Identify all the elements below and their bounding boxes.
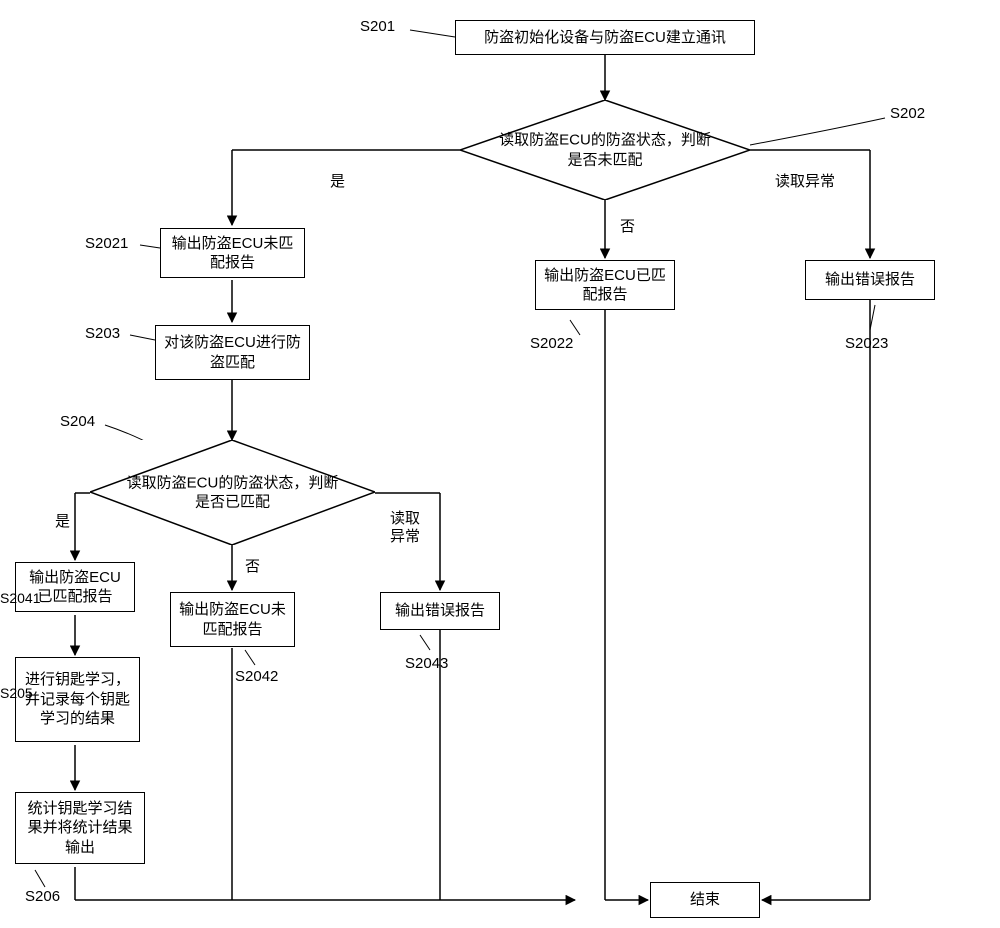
step-label-s2043: S2043 [405, 655, 448, 672]
step-s206: 统计钥匙学习结果并将统计结果输出 [15, 792, 145, 864]
step-label-s2042: S2042 [235, 668, 278, 685]
step-s2022: 输出防盗ECU已匹配报告 [535, 260, 675, 310]
edge-yes-2: 是 [55, 510, 70, 531]
step-label-s2021: S2021 [85, 235, 128, 252]
step-s2042: 输出防盗ECU未匹配报告 [170, 592, 295, 647]
step-label-s201: S201 [360, 18, 395, 35]
step-end: 结束 [650, 882, 760, 918]
decision-s202-text: 读取防盗ECU的防盗状态，判断是否未匹配 [496, 131, 714, 170]
step-s2043: 输出错误报告 [380, 592, 500, 630]
step-label-s202: S202 [890, 105, 925, 122]
step-s201: 防盗初始化设备与防盗ECU建立通讯 [455, 20, 755, 55]
step-s205: 进行钥匙学习，并记录每个钥匙学习的结果 [15, 657, 140, 742]
step-label-s2023: S2023 [845, 335, 888, 352]
step-label-s204: S204 [60, 413, 95, 430]
step-s2021: 输出防盗ECU未匹配报告 [160, 228, 305, 278]
step-label-s2022: S2022 [530, 335, 573, 352]
step-label-s2041: S2041 [0, 590, 40, 606]
edge-yes-1: 是 [330, 170, 345, 191]
decision-s202: 读取防盗ECU的防盗状态，判断是否未匹配 [460, 100, 750, 200]
step-label-s206: S206 [25, 888, 60, 905]
step-s203: 对该防盗ECU进行防盗匹配 [155, 325, 310, 380]
step-label-s205: S205 [0, 685, 33, 701]
edge-readerror-2: 读取 异常 [390, 510, 420, 546]
step-s2023: 输出错误报告 [805, 260, 935, 300]
flowchart-canvas: 防盗初始化设备与防盗ECU建立通讯 S201 读取防盗ECU的防盗状态，判断是否… [0, 0, 1000, 928]
decision-s204-text: 读取防盗ECU的防盗状态，判断是否已匹配 [126, 473, 340, 512]
step-label-s203: S203 [85, 325, 120, 342]
decision-s204: 读取防盗ECU的防盗状态，判断是否已匹配 [90, 440, 375, 545]
edge-no-1: 否 [620, 215, 635, 236]
edge-no-2: 否 [245, 555, 260, 576]
edge-readerror-1: 读取异常 [775, 170, 835, 191]
